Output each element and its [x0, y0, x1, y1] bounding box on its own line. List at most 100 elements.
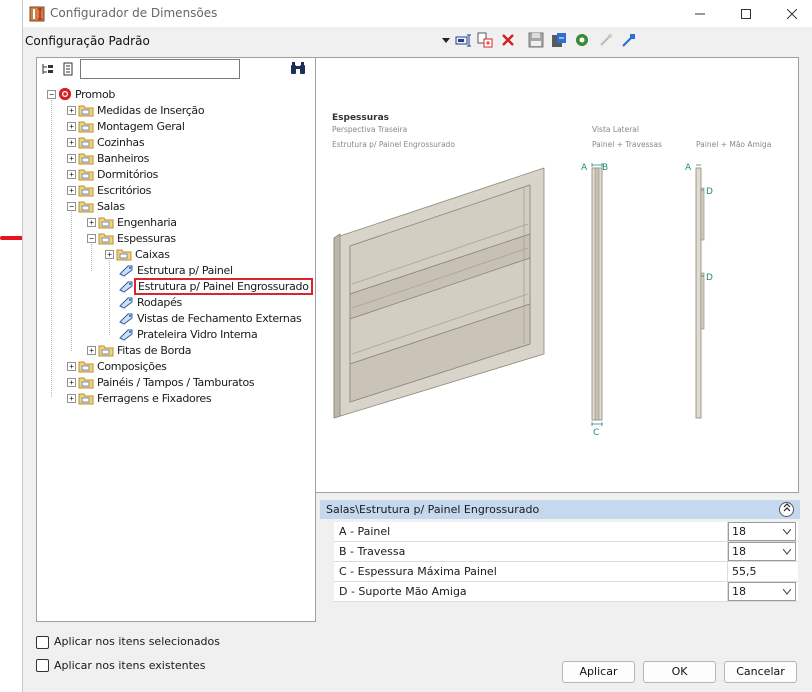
maximize-button[interactable]: [723, 0, 769, 27]
folder-icon: [78, 185, 94, 196]
tree-node-espessuras[interactable]: − Espessuras: [87, 230, 176, 246]
property-row-espessura-max: C - Espessura Máxima Painel 55,5: [334, 562, 798, 582]
delete-icon[interactable]: [500, 32, 516, 48]
tree-node-montagem[interactable]: + Montagem Geral: [67, 118, 185, 134]
side-view-label: Vista Lateral: [592, 125, 639, 134]
column-divider: [727, 562, 728, 582]
ruler-tag-icon: [119, 265, 133, 277]
apply-selected-checkbox[interactable]: [36, 636, 49, 649]
select-value: 18: [732, 525, 746, 538]
rename-icon[interactable]: [455, 32, 471, 48]
col2-label: Painel + Mão Amiga: [696, 140, 772, 149]
link-icon[interactable]: [621, 32, 637, 48]
collapse-group-button[interactable]: [779, 502, 794, 517]
collapse-toggle[interactable]: −: [87, 233, 96, 243]
tree-expand-icon[interactable]: [41, 62, 55, 76]
folder-icon: [78, 105, 94, 116]
maximize-icon: [741, 8, 751, 19]
tree-label: Estrutura p/ Painel: [137, 263, 233, 277]
espessura-max-value[interactable]: 55,5: [732, 565, 757, 578]
selected-tree-label: Estrutura p/ Painel Engrossurado: [134, 277, 313, 295]
expand-toggle[interactable]: +: [67, 169, 76, 179]
expand-toggle[interactable]: +: [67, 137, 76, 147]
folder-icon: [78, 361, 94, 372]
folder-icon: [116, 249, 132, 260]
expand-toggle[interactable]: +: [67, 393, 76, 403]
mark-d1: D: [706, 187, 713, 197]
tree-node-escritorios[interactable]: + Escritórios: [67, 182, 151, 198]
expand-toggle[interactable]: +: [67, 121, 76, 131]
tree-label: Promob: [75, 87, 116, 101]
tree-node-salas[interactable]: − Salas: [67, 198, 125, 214]
settings-check-icon[interactable]: [574, 32, 590, 48]
suporte-select[interactable]: 18: [728, 582, 796, 601]
select-value: 18: [732, 545, 746, 558]
expand-toggle[interactable]: +: [87, 217, 96, 227]
expand-toggle[interactable]: +: [67, 377, 76, 387]
side-view-mao-amiga: A D D: [685, 163, 713, 419]
tree-node-vistas-fechamento[interactable]: Vistas de Fechamento Externas: [118, 310, 302, 326]
select-value: 18: [732, 585, 746, 598]
tree-node-fitas-borda[interactable]: + Fitas de Borda: [87, 342, 192, 358]
tree-node-composicoes[interactable]: + Composições: [67, 358, 167, 374]
painel-select[interactable]: 18: [728, 522, 796, 541]
travessa-select[interactable]: 18: [728, 542, 796, 561]
configuration-select[interactable]: Configuração Padrão: [25, 34, 150, 48]
mark-a: A: [581, 163, 588, 173]
expand-toggle[interactable]: +: [67, 185, 76, 195]
property-group-header: Salas\Estrutura p/ Painel Engrossurado: [320, 500, 800, 519]
save-icon[interactable]: [528, 32, 544, 48]
tree-node-dormitorios[interactable]: + Dormitórios: [67, 166, 158, 182]
tree-label: Salas: [97, 199, 125, 213]
folder-open-icon: [98, 233, 114, 244]
apply-button[interactable]: Aplicar: [562, 661, 635, 683]
tree-node-paineis[interactable]: + Painéis / Tampos / Tamburatos: [67, 374, 255, 390]
tree-node-caixas[interactable]: + Caixas: [105, 246, 170, 262]
minimize-button[interactable]: [677, 0, 723, 27]
tree-node-prateleira-vidro[interactable]: Prateleira Vidro Interna: [118, 326, 258, 342]
link-disabled-icon[interactable]: [598, 32, 614, 48]
property-name: B - Travessa: [339, 545, 406, 558]
tree-label: Prateleira Vidro Interna: [137, 327, 258, 341]
mark-c: C: [593, 428, 599, 438]
apply-existing-checkbox[interactable]: [36, 659, 49, 672]
new-config-icon[interactable]: [477, 32, 493, 48]
preview-item-name: Estrutura p/ Painel Engrossurado: [332, 140, 455, 149]
cancel-button[interactable]: Cancelar: [724, 661, 797, 683]
tree-node-estrutura-painel[interactable]: Estrutura p/ Painel: [118, 262, 233, 278]
tree-node-ferragens[interactable]: + Ferragens e Fixadores: [67, 390, 212, 406]
preview-heading: Espessuras: [332, 113, 390, 123]
tree-label: Fitas de Borda: [117, 343, 192, 357]
tree-label: Dormitórios: [97, 167, 159, 181]
expand-toggle[interactable]: +: [67, 153, 76, 163]
dropdown-arrow-icon[interactable]: [442, 36, 450, 44]
export-icon[interactable]: [551, 32, 567, 48]
tree-node-rodapes[interactable]: Rodapés: [118, 294, 182, 310]
tree-node-medidas[interactable]: + Medidas de Inserção: [67, 102, 205, 118]
property-name: A - Painel: [339, 525, 391, 538]
tree-search-input[interactable]: [80, 59, 240, 79]
preview-panel: Espessuras Perspectiva Traseira Estrutur…: [315, 57, 799, 493]
collapse-toggle[interactable]: −: [67, 201, 76, 211]
binoculars-icon[interactable]: [290, 61, 306, 75]
property-name: C - Espessura Máxima Painel: [339, 565, 497, 578]
tree-node-cozinhas[interactable]: + Cozinhas: [67, 134, 145, 150]
col1-label: Painel + Travessas: [592, 140, 662, 149]
close-button[interactable]: [769, 0, 812, 27]
expand-toggle[interactable]: +: [67, 105, 76, 115]
tree-label: Caixas: [135, 247, 170, 261]
tree-node-banheiros[interactable]: + Banheiros: [67, 150, 149, 166]
ok-button[interactable]: OK: [643, 661, 716, 683]
expand-toggle[interactable]: +: [105, 249, 114, 259]
tree-node-estrutura-painel-engrossurado[interactable]: Estrutura p/ Painel Engrossurado: [118, 277, 313, 295]
tree-label: Painéis / Tampos / Tamburatos: [97, 375, 255, 389]
mark-b: B: [602, 163, 608, 173]
expand-toggle[interactable]: +: [67, 361, 76, 371]
tree-collapse-icon[interactable]: [61, 62, 75, 76]
tree-label: Composições: [97, 359, 167, 373]
panel-perspective-drawing: [333, 167, 545, 419]
tree-node-promob[interactable]: − Promob: [47, 86, 115, 102]
collapse-toggle[interactable]: −: [47, 89, 56, 99]
expand-toggle[interactable]: +: [87, 345, 96, 355]
tree-node-engenharia[interactable]: + Engenharia: [87, 214, 177, 230]
